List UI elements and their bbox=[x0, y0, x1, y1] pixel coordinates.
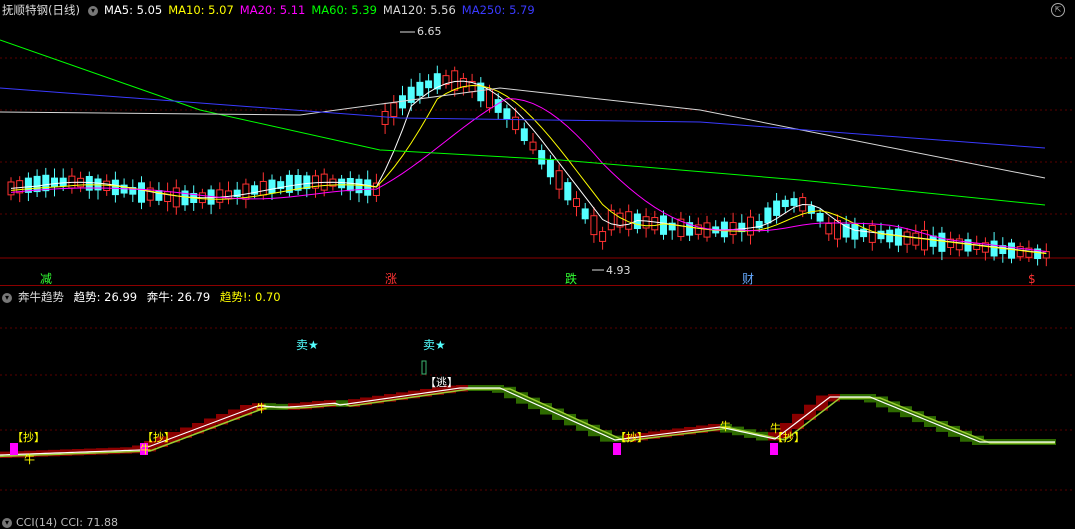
event-mark: 财 bbox=[742, 272, 754, 286]
candle-body bbox=[642, 216, 650, 229]
buy-signal: 【抄】 bbox=[12, 430, 45, 444]
candle-body bbox=[51, 177, 58, 188]
candle-body bbox=[877, 230, 885, 240]
candle-body bbox=[660, 215, 667, 235]
candle-body bbox=[486, 88, 493, 109]
buy-signal: 【抄】 bbox=[142, 430, 175, 444]
candle-body bbox=[425, 80, 433, 89]
candle-body bbox=[42, 174, 50, 192]
candle-body bbox=[564, 182, 572, 201]
buy-signal: 【抄】 bbox=[615, 430, 648, 444]
candle-body bbox=[581, 208, 589, 220]
candle-body bbox=[886, 229, 894, 243]
candle-body bbox=[59, 177, 67, 187]
sell-bar bbox=[421, 360, 427, 375]
candle-body bbox=[520, 128, 528, 142]
candle-body bbox=[138, 182, 145, 203]
candle-body bbox=[164, 191, 172, 203]
candle-body bbox=[268, 179, 276, 194]
candle-body bbox=[894, 228, 902, 246]
candle-body bbox=[912, 232, 920, 246]
candle-body bbox=[538, 150, 546, 165]
candle-body bbox=[990, 240, 998, 257]
sell-signal: 卖★ bbox=[296, 338, 319, 352]
candle-body bbox=[416, 81, 424, 96]
candle-body bbox=[773, 200, 781, 216]
candle-body bbox=[868, 224, 876, 243]
candle-body bbox=[111, 179, 119, 196]
bull-signal: 牛 bbox=[24, 452, 35, 466]
candle-body bbox=[573, 198, 580, 207]
cci-label: CCI(14) CCI: 71.88 bbox=[16, 516, 118, 529]
candle-body bbox=[764, 207, 772, 224]
candle-body bbox=[903, 231, 911, 245]
candle-body bbox=[929, 235, 937, 247]
candle-body bbox=[938, 232, 946, 252]
cci-header: ▾ CCI(14) CCI: 71.88 bbox=[0, 516, 118, 529]
candle-body bbox=[747, 216, 754, 236]
candle-body bbox=[599, 231, 607, 242]
event-mark: 跌 bbox=[565, 271, 577, 286]
candle-body bbox=[172, 187, 180, 208]
candle-body bbox=[494, 99, 502, 113]
low-label: 4.93 bbox=[606, 264, 631, 277]
ma5-line bbox=[10, 80, 1047, 254]
ma20-line bbox=[10, 98, 1047, 252]
candle-body bbox=[1008, 242, 1015, 259]
ma10-line bbox=[10, 84, 1047, 255]
candle-body bbox=[259, 180, 267, 196]
candle-body bbox=[33, 175, 41, 193]
candle-body bbox=[355, 178, 363, 194]
candle-body bbox=[790, 198, 798, 206]
candle-body bbox=[303, 175, 311, 190]
buy-marker bbox=[613, 443, 621, 455]
candle-body bbox=[590, 215, 598, 236]
candle-body bbox=[216, 189, 224, 203]
candle-body bbox=[364, 179, 372, 196]
ma60-line bbox=[0, 39, 1046, 206]
escape-signal: 【逃】 bbox=[425, 376, 458, 389]
bull-signal: 牛 bbox=[256, 401, 267, 415]
candle-body bbox=[816, 212, 824, 222]
candle-body bbox=[729, 222, 737, 236]
event-mark: 涨 bbox=[385, 271, 397, 286]
event-mark: $ bbox=[1028, 272, 1036, 286]
settings-circle-icon[interactable]: ▾ bbox=[2, 518, 12, 528]
candle-body bbox=[390, 102, 398, 117]
candle-body bbox=[451, 70, 459, 91]
panel-divider bbox=[0, 285, 1075, 286]
buy-marker bbox=[770, 443, 778, 455]
indicator-chart[interactable]: 卖★ 卖★【逃】【抄】 【抄】 【抄】 【抄】牛牛牛牛牛 bbox=[0, 287, 1075, 520]
candle-body bbox=[529, 141, 537, 151]
candle-body bbox=[459, 77, 467, 88]
candle-body bbox=[338, 178, 346, 189]
candle-body bbox=[546, 159, 554, 178]
bull-signal: 牛 bbox=[770, 421, 781, 435]
sell-signal: 卖★ bbox=[423, 338, 446, 352]
candle-body bbox=[651, 217, 659, 231]
bull-signal: 牛 bbox=[720, 419, 731, 433]
candle-body bbox=[825, 223, 833, 235]
candle-body bbox=[503, 108, 511, 120]
high-label: 6.65 bbox=[417, 25, 442, 38]
candle-body bbox=[781, 199, 789, 208]
event-mark: 减 bbox=[40, 272, 52, 286]
main-price-chart[interactable]: 6.65 4.93 减 涨 跌 财 $ bbox=[0, 0, 1075, 286]
candle-body bbox=[381, 110, 389, 125]
bull-signal: 牛 bbox=[140, 442, 151, 456]
candle-body bbox=[294, 175, 302, 191]
candle-body bbox=[555, 170, 563, 190]
candle-body bbox=[851, 224, 859, 240]
buy-marker bbox=[10, 443, 18, 455]
candle-body bbox=[860, 228, 868, 238]
